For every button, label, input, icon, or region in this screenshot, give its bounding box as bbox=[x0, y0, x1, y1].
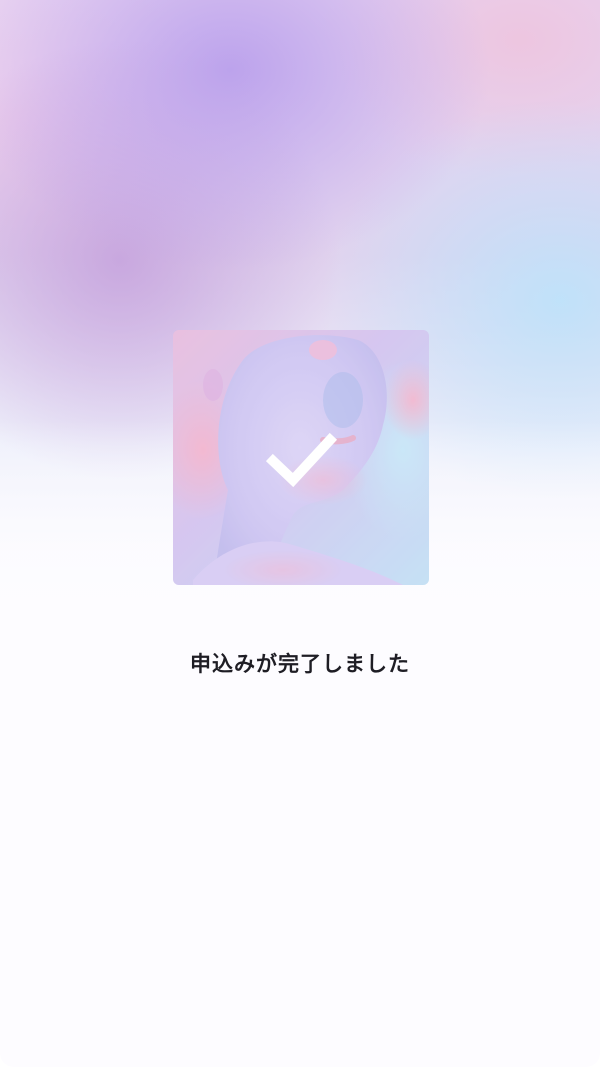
completion-screen: 申込みが完了しました bbox=[0, 0, 600, 1067]
completion-message: 申込みが完了しました bbox=[190, 652, 410, 676]
portrait-thumbnail bbox=[173, 330, 429, 585]
